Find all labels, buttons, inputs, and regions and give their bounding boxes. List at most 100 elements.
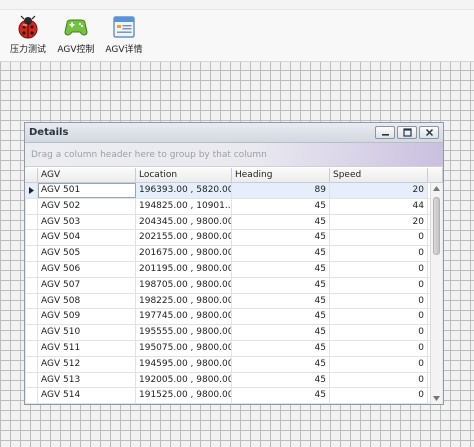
cell-speed[interactable]: 0 [330,372,428,388]
cell-heading[interactable]: 45 [232,356,330,372]
cell-location[interactable]: 201675.00 , 9800.00 [136,246,232,261]
row-indicator [25,325,38,340]
cell-location[interactable]: 198705.00 , 9800.00 [136,277,232,293]
cell-heading[interactable]: 45 [232,198,330,214]
gamepad-icon [64,19,88,36]
cell-heading[interactable]: 45 [232,388,330,404]
details-window-titlebar[interactable]: Details [25,123,443,143]
scroll-up-button[interactable] [431,183,442,194]
table-row[interactable]: AGV 503 204345.00 , 9800.00 45 20 [25,214,430,231]
cell-heading[interactable]: 45 [232,261,330,277]
cell-heading[interactable]: 45 [232,325,330,340]
toolbar: 压力测试 AGV控制 AGV详情 [0,0,474,62]
cell-heading[interactable]: 45 [232,372,330,388]
window-details-icon [113,16,135,38]
column-header-agv[interactable]: AGV [38,168,136,182]
row-indicator [25,183,38,198]
minimize-button[interactable] [375,126,395,139]
row-indicator-header [25,168,38,182]
cell-location[interactable]: 202155.00 , 9800.00 [136,230,232,246]
table-row[interactable]: AGV 511 195075.00 , 9800.00 45 0 [25,340,430,357]
cell-agv[interactable]: AGV 513 [38,372,136,388]
cell-speed[interactable]: 0 [330,325,428,340]
table-row[interactable]: AGV 509 197745.00 , 9800.00 45 0 [25,309,430,326]
cell-speed[interactable]: 0 [330,388,428,404]
cell-heading[interactable]: 45 [232,277,330,293]
agv-details-button[interactable]: AGV详情 [102,14,146,58]
table-row[interactable]: AGV 513 192005.00 , 9800.00 45 0 [25,372,430,389]
cell-agv[interactable]: AGV 510 [38,325,136,340]
cell-speed[interactable]: 0 [330,356,428,372]
agv-control-label: AGV控制 [57,45,95,55]
arrow-up-icon [433,186,440,191]
cell-heading[interactable]: 45 [232,293,330,309]
row-indicator [25,293,38,309]
cell-agv[interactable]: AGV 509 [38,309,136,325]
agv-control-button[interactable]: AGV控制 [54,14,98,58]
cell-agv[interactable]: AGV 514 [38,388,136,404]
cell-heading[interactable]: 89 [232,183,330,198]
cell-agv[interactable]: AGV 503 [38,214,136,230]
close-button[interactable] [419,126,439,139]
group-by-panel[interactable]: Drag a column header here to group by th… [25,143,443,167]
scrollbar-thumb[interactable] [433,197,440,255]
cell-heading[interactable]: 45 [232,246,330,261]
cell-location[interactable]: 195075.00 , 9800.00 [136,340,232,356]
cell-speed[interactable]: 0 [330,309,428,325]
cell-speed[interactable]: 0 [330,246,428,261]
agv-details-label: AGV详情 [105,45,143,55]
cell-location[interactable]: 201195.00 , 9800.00 [136,261,232,277]
table-row[interactable]: AGV 510 195555.00 , 9800.00 45 0 [25,325,430,341]
cell-location[interactable]: 196393.00 , 5820.00 [136,183,232,198]
cell-location[interactable]: 197745.00 , 9800.00 [136,309,232,325]
cell-agv[interactable]: AGV 508 [38,293,136,309]
cell-location[interactable]: 204345.00 , 9800.00 [136,214,232,230]
cell-agv[interactable]: AGV 505 [38,246,136,261]
cell-agv[interactable]: AGV 504 [38,230,136,246]
cell-speed[interactable]: 0 [330,293,428,309]
cell-speed[interactable]: 20 [330,183,428,198]
stress-test-button[interactable]: 压力测试 [6,14,50,58]
cell-location[interactable]: 192005.00 , 9800.00 [136,372,232,388]
column-header-speed[interactable]: Speed [330,168,428,182]
table-row[interactable]: AGV 507 198705.00 , 9800.00 45 0 [25,277,430,294]
grid-rows: AGV 501 196393.00 , 5820.00 89 20 AGV 50… [25,183,430,404]
table-row[interactable]: AGV 512 194595.00 , 9800.00 45 0 [25,356,430,373]
cell-agv[interactable]: AGV 502 [38,198,136,214]
cell-location[interactable]: 191525.00 , 9800.00 [136,388,232,404]
cell-agv[interactable]: AGV 507 [38,277,136,293]
table-row[interactable]: AGV 506 201195.00 , 9800.00 45 0 [25,261,430,278]
table-row[interactable]: AGV 502 194825.00 , 10901.... 45 44 [25,198,430,215]
cell-location[interactable]: 195555.00 , 9800.00 [136,325,232,340]
table-row[interactable]: AGV 501 196393.00 , 5820.00 89 20 [25,183,430,199]
scroll-down-button[interactable] [431,393,442,404]
cell-speed[interactable]: 20 [330,214,428,230]
cell-heading[interactable]: 45 [232,340,330,356]
cell-heading[interactable]: 45 [232,214,330,230]
cell-speed[interactable]: 0 [330,230,428,246]
row-indicator [25,277,38,293]
table-row[interactable]: AGV 508 198225.00 , 9800.00 45 0 [25,293,430,310]
table-row[interactable]: AGV 504 202155.00 , 9800.00 45 0 [25,230,430,247]
cell-agv[interactable]: AGV 512 [38,356,136,372]
grid-header: AGV Location Heading Speed [25,168,443,183]
column-header-heading[interactable]: Heading [232,168,330,182]
cell-speed[interactable]: 0 [330,261,428,277]
table-row[interactable]: AGV 505 201675.00 , 9800.00 45 0 [25,246,430,262]
cell-agv[interactable]: AGV 506 [38,261,136,277]
cell-heading[interactable]: 45 [232,309,330,325]
column-header-location[interactable]: Location [136,168,232,182]
cell-speed[interactable]: 0 [330,340,428,356]
cell-location[interactable]: 198225.00 , 9800.00 [136,293,232,309]
cell-location[interactable]: 194595.00 , 9800.00 [136,356,232,372]
maximize-button[interactable] [397,126,417,139]
cell-agv[interactable]: AGV 501 [38,183,136,198]
row-pointer-icon [28,186,34,194]
table-row[interactable]: AGV 514 191525.00 , 9800.00 45 0 [25,388,430,404]
vertical-scrollbar[interactable] [430,183,442,404]
cell-speed[interactable]: 44 [330,198,428,214]
cell-speed[interactable]: 0 [330,277,428,293]
cell-agv[interactable]: AGV 511 [38,340,136,356]
cell-location[interactable]: 194825.00 , 10901.... [136,198,232,214]
cell-heading[interactable]: 45 [232,230,330,246]
